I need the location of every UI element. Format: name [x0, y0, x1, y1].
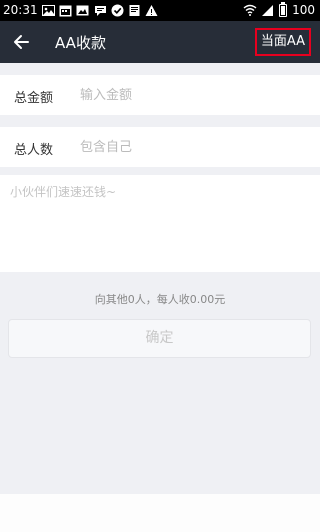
calendar-icon [59, 5, 72, 17]
page-title: AA收款 [55, 34, 106, 52]
warning-icon [145, 5, 158, 16]
wifi-icon [243, 4, 257, 16]
people-count-label: 总人数 [14, 143, 54, 158]
face-to-face-aa-button[interactable]: 当面AA [254, 28, 311, 56]
total-amount-label: 总金额 [14, 91, 54, 106]
status-right-group: 100 [243, 1, 315, 17]
total-amount-input[interactable] [80, 85, 300, 105]
people-count-input[interactable] [80, 137, 300, 157]
status-time: 20:31 [3, 3, 38, 17]
back-button[interactable] [8, 28, 36, 56]
message-icon [95, 6, 106, 16]
note-area [0, 175, 320, 272]
bottom-bar [0, 494, 320, 532]
battery-icon [279, 1, 288, 17]
photo-icon [42, 5, 55, 16]
note-input[interactable] [10, 183, 310, 263]
people-count-row: 总人数 [0, 127, 320, 167]
battery-level: 100 [292, 3, 315, 17]
check-icon [111, 4, 124, 17]
status-bar: 20:31 100 [0, 0, 320, 21]
image-icon [76, 5, 89, 16]
nav-bar: AA收款 当面AA [0, 21, 320, 63]
summary-text: 向其他0人，每人收0.00元 [94, 293, 226, 306]
book-icon [129, 5, 140, 16]
total-amount-row: 总金额 [0, 75, 320, 115]
signal-icon [262, 5, 274, 16]
arrow-left-icon [14, 35, 29, 49]
confirm-button[interactable]: 确定 [8, 319, 311, 358]
